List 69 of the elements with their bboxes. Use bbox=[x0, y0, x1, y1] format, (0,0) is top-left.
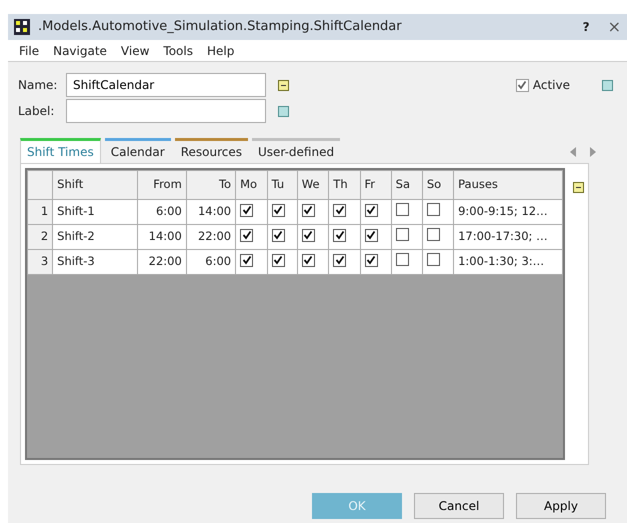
checkbox[interactable] bbox=[364, 228, 378, 242]
checkbox[interactable] bbox=[396, 252, 409, 266]
checkbox[interactable] bbox=[272, 228, 285, 242]
checkbox[interactable] bbox=[240, 228, 254, 242]
column-header[interactable]: Pauses bbox=[454, 170, 563, 200]
menu-item[interactable]: File bbox=[14, 42, 44, 60]
tab[interactable]: Shift Times bbox=[20, 138, 101, 163]
text-field[interactable] bbox=[66, 99, 266, 123]
column-header[interactable]: Mo bbox=[236, 170, 268, 200]
column-header[interactable]: From bbox=[137, 170, 186, 200]
table-cell: Shift-3 bbox=[52, 250, 137, 274]
checkbox[interactable] bbox=[302, 204, 315, 217]
column-header[interactable]: Shift bbox=[52, 170, 137, 200]
column-header[interactable]: Sa bbox=[391, 170, 422, 200]
column-header[interactable]: We bbox=[297, 170, 329, 200]
menu-item[interactable]: Help bbox=[202, 42, 240, 60]
dialog-button[interactable]: Apply bbox=[516, 493, 606, 519]
column-header[interactable]: Tu bbox=[267, 170, 298, 200]
collapse-icon[interactable] bbox=[278, 80, 289, 90]
row-number: 1 bbox=[28, 200, 53, 224]
checkbox[interactable] bbox=[396, 202, 409, 216]
field-label: Label: bbox=[18, 103, 56, 120]
menu-item[interactable]: View bbox=[116, 42, 154, 60]
checkbox[interactable] bbox=[364, 254, 378, 267]
table-cell: 22:00 bbox=[186, 224, 236, 250]
checkbox[interactable] bbox=[426, 252, 440, 266]
checkbox[interactable] bbox=[364, 204, 378, 217]
checkbox[interactable] bbox=[272, 204, 285, 217]
column-header[interactable]: To bbox=[186, 170, 236, 200]
column-header[interactable]: Fr bbox=[360, 170, 392, 200]
checkbox[interactable] bbox=[240, 254, 254, 267]
checkbox[interactable] bbox=[426, 228, 440, 241]
table-cell: 22:00 bbox=[137, 250, 186, 274]
table-cell: 1:00-1:30; 3:… bbox=[454, 250, 563, 274]
table-cell: Shift-2 bbox=[52, 224, 137, 250]
dialog-button[interactable]: Cancel bbox=[414, 493, 504, 519]
table-cell: 14:00 bbox=[137, 224, 186, 250]
text-field[interactable]: ShiftCalendar bbox=[66, 73, 266, 97]
close-button[interactable]: × bbox=[608, 15, 621, 39]
checkbox[interactable] bbox=[516, 78, 529, 92]
square-icon[interactable] bbox=[278, 106, 289, 116]
checkbox[interactable] bbox=[333, 254, 346, 267]
app-icon bbox=[14, 19, 30, 35]
table-cell: 14:00 bbox=[186, 200, 236, 224]
checkbox[interactable] bbox=[333, 204, 346, 217]
checkbox[interactable] bbox=[302, 228, 315, 242]
field-label: Name: bbox=[18, 77, 58, 94]
checkbox[interactable] bbox=[333, 228, 346, 242]
help-button[interactable]: ? bbox=[582, 18, 590, 36]
table-cell: 6:00 bbox=[137, 200, 186, 224]
checkbox[interactable] bbox=[302, 254, 315, 267]
column-header[interactable]: So bbox=[422, 170, 454, 200]
checkbox[interactable] bbox=[272, 254, 285, 267]
checkbox[interactable] bbox=[396, 228, 409, 241]
table-cell: Shift-1 bbox=[52, 200, 137, 224]
square-icon[interactable] bbox=[602, 80, 613, 90]
column-header[interactable]: Th bbox=[328, 170, 360, 200]
row-number: 3 bbox=[28, 250, 53, 274]
table-cell: 17:00-17:30; … bbox=[454, 224, 563, 250]
collapse-icon[interactable] bbox=[573, 182, 584, 193]
menu-item[interactable]: Tools bbox=[158, 42, 198, 60]
table-cell: 6:00 bbox=[186, 250, 236, 274]
checkbox[interactable] bbox=[426, 202, 440, 216]
menu-item[interactable]: Navigate bbox=[48, 42, 112, 60]
row-number: 2 bbox=[28, 224, 53, 250]
checkbox[interactable] bbox=[240, 204, 254, 217]
table-cell: 9:00-9:15; 12… bbox=[454, 200, 563, 224]
window-title: .Models.Automotive_Simulation.Stamping.ShiftCalendar bbox=[38, 18, 403, 36]
checkbox-label[interactable]: Active bbox=[532, 76, 570, 94]
